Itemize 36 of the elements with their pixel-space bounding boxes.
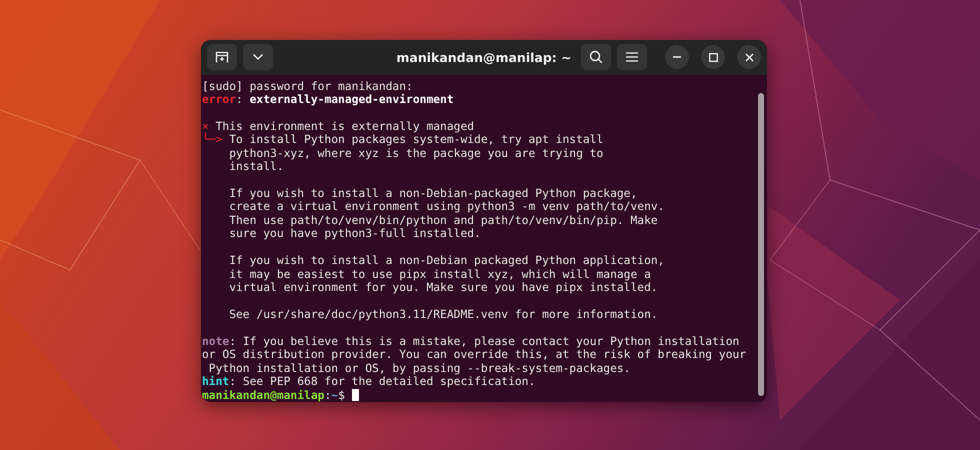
caret-icon [252,53,264,62]
minimize-button[interactable] [665,45,689,70]
terminal-line: note: If you believe this is a mistake, please contact your Python installation [202,334,740,348]
terminal-line: it may be easiest to use pipx install xyz, which will manage a [228,268,651,282]
terminal-line: If you wish to install a non-Debian-packaged Python package, [228,187,638,200]
search-icon [589,50,603,64]
terminal-line: error: externally-managed-environment [202,92,454,106]
terminal-line: or OS distribution provider. You can override this, at the risk of breaking your [202,348,746,362]
terminal-line: Then use path/to/venv/bin/python and path/to/venv/bin/pip. Make [228,214,658,228]
terminal-line: Python installation or OS, by passing --break-system-packages. [208,362,630,376]
close-icon [744,52,754,62]
tab-menu-button[interactable] [243,44,273,70]
terminal-line: See /usr/share/doc/python3.11/README.venv for more information. [228,308,658,322]
menu-button[interactable] [617,44,647,70]
scrollbar-thumb[interactable] [758,92,764,396]
terminal-line: create a virtual environment using python3 -m venv path/to/venv. [228,200,664,214]
terminal-prompt: manikandan@manilap:~$ [202,388,359,402]
new-tab-icon [215,50,229,64]
maximize-button[interactable] [701,45,725,70]
terminal-line: sure you have python3-full installed. [228,227,481,241]
menu-icon [626,52,638,62]
window-title: manikandan@manilap: ~ [396,50,572,65]
terminal-line: virtual environment for you. Make sure you have pipx installed. [228,281,658,294]
terminal-line: [sudo] password for manikandan: [202,80,413,93]
text-cursor [352,388,359,401]
minimize-icon [673,56,681,58]
terminal-line: × This environment is externally managed [202,120,474,133]
search-button[interactable] [581,44,611,70]
terminal-line: If you wish to install a non-Debian packaged Python application, [228,254,664,268]
terminal-line: hint: See PEP 668 for the detailed specification. [202,375,536,389]
maximize-icon [708,52,718,62]
new-tab-button[interactable] [207,44,237,70]
terminal-line: python3-xyz, where xyz is the package you are trying to [228,146,604,160]
terminal-line: ╰─> To install Python packages system-wide, try apt install [202,133,604,147]
close-button[interactable] [737,45,761,70]
terminal-line: install. [228,160,284,174]
